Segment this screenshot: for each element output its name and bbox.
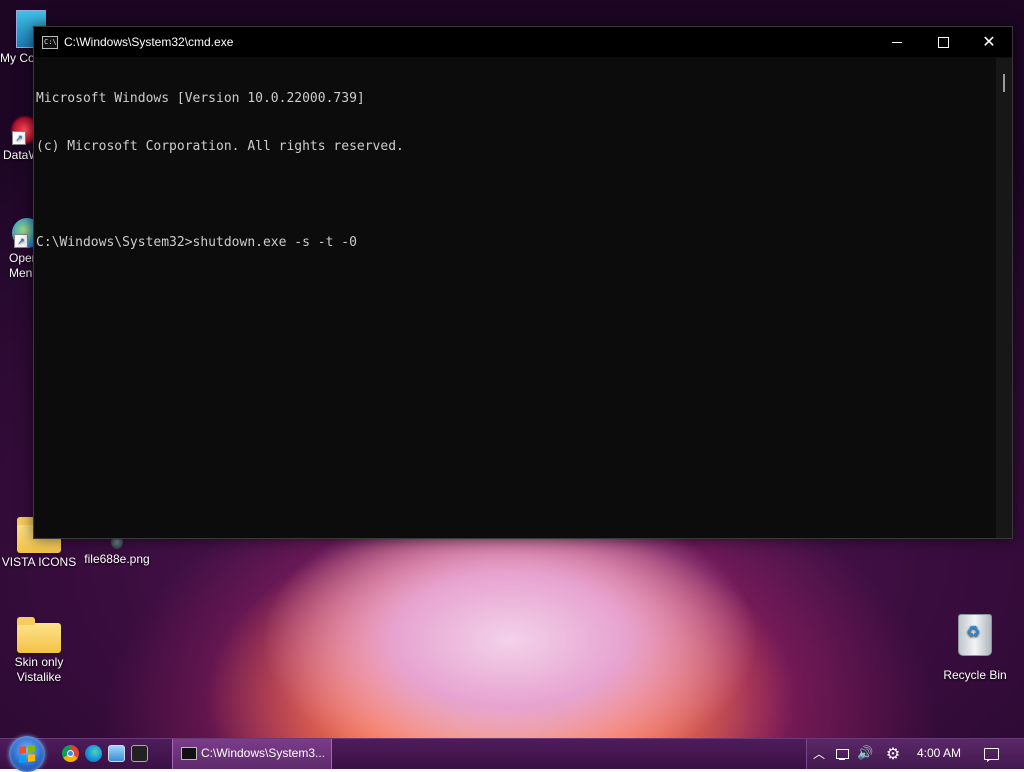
console-line-command: C:\Windows\System32>shutdown.exe -s -t -…	[36, 235, 357, 250]
close-button[interactable]: ✕	[966, 27, 1012, 57]
taskbar-button-label: C:\Windows\System3...	[201, 746, 326, 760]
atom-app-icon: ↗	[10, 115, 34, 145]
chevron-up-icon[interactable]: ︿	[811, 746, 827, 762]
system-tray: ︿ 🔊 ⚙ 4:00 AM	[806, 739, 1024, 769]
window-title: C:\Windows\System32\cmd.exe	[64, 35, 234, 49]
taskbar: C:\Windows\System3... ︿ 🔊 ⚙ 4:00 AM	[0, 736, 1024, 772]
chrome-icon[interactable]	[62, 745, 79, 762]
maximize-button[interactable]	[920, 27, 966, 57]
console-line: Microsoft Windows [Version 10.0.22000.73…	[36, 91, 365, 106]
console-line: (c) Microsoft Corporation. All rights re…	[36, 139, 404, 154]
recycle-bin-icon: ♻	[958, 614, 992, 656]
maximize-icon	[937, 36, 949, 48]
desktop-icon-recycle-bin[interactable]: ♻ Recycle Bin	[935, 614, 1015, 683]
notification-icon[interactable]	[983, 746, 999, 762]
vertical-scrollbar[interactable]	[996, 58, 1012, 538]
desktop-icon-label: Oper Men	[9, 251, 34, 280]
explorer-icon[interactable]	[108, 745, 125, 762]
folder-icon	[17, 617, 61, 653]
minimize-icon	[892, 41, 902, 43]
start-button[interactable]	[9, 736, 45, 772]
close-icon: ✕	[982, 32, 996, 51]
taskbar-button-cmd[interactable]: C:\Windows\System3...	[172, 739, 332, 769]
windows-logo-icon	[19, 745, 35, 763]
minimize-button[interactable]	[874, 27, 920, 57]
clock[interactable]: 4:00 AM	[917, 746, 961, 760]
cmd-window[interactable]: C:\ C:\Windows\System32\cmd.exe ✕ Micros…	[33, 26, 1013, 539]
desktop: My Co ↗ DataW ↗ Oper Men VISTA ICONS fil…	[0, 0, 1024, 738]
desktop-icon-label: file688e.png	[84, 552, 150, 566]
title-bar[interactable]: C:\ C:\Windows\System32\cmd.exe ✕	[34, 27, 1012, 57]
cmd-icon[interactable]	[131, 745, 148, 762]
edge-icon[interactable]	[85, 745, 102, 762]
recycle-symbol-icon: ♻	[966, 622, 981, 641]
volume-icon[interactable]: 🔊	[857, 746, 873, 762]
scrollbar-thumb[interactable]	[1003, 74, 1005, 92]
globe-app-icon: ↗	[12, 218, 34, 248]
desktop-icon-dataw[interactable]: ↗ DataW	[0, 115, 34, 163]
desktop-icon-label: Skin only Vistalike	[14, 655, 64, 684]
cmd-icon: C:\	[42, 36, 58, 49]
gear-icon[interactable]: ⚙	[885, 746, 901, 762]
desktop-icon-open-menu[interactable]: ↗ Oper Men	[0, 218, 34, 281]
network-icon[interactable]	[834, 746, 850, 762]
desktop-icon-label: DataW	[3, 148, 34, 162]
desktop-icon-label: VISTA ICONS	[1, 555, 77, 569]
shortcut-arrow-icon: ↗	[12, 131, 26, 145]
cmd-icon	[181, 747, 197, 760]
desktop-icon-file688e[interactable]: file688e.png	[77, 535, 157, 567]
console-output[interactable]: Microsoft Windows [Version 10.0.22000.73…	[34, 58, 996, 538]
shortcut-arrow-icon: ↗	[14, 234, 28, 248]
desktop-icon-label: Recycle Bin	[943, 668, 1007, 682]
desktop-icon-skin-only-vistalike[interactable]: Skin only Vistalike	[0, 615, 79, 685]
